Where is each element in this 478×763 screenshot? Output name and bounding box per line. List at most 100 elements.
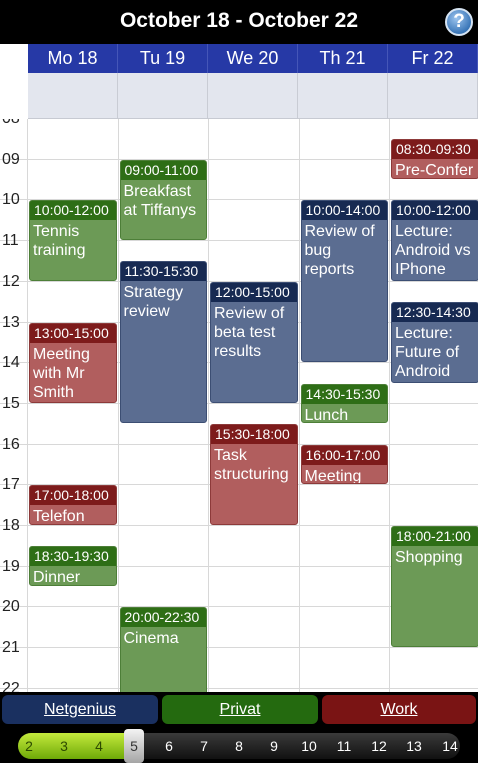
event-time: 15:30-18:00 <box>211 425 297 445</box>
hour-label: 09 <box>2 150 20 168</box>
hour-label: 10 <box>2 191 20 209</box>
event-time: 17:00-18:00 <box>30 486 116 506</box>
hour-label: 08 <box>2 119 20 128</box>
event-title: Cinema <box>123 630 179 648</box>
legend-work-button[interactable]: Work <box>322 695 476 724</box>
hour-line <box>0 647 478 649</box>
event-time: 09:00-11:00 <box>120 160 206 180</box>
calendar-event[interactable]: 12:30-14:30 Lecture: Future of Android <box>391 302 478 383</box>
slider-tick-label[interactable]: 2 <box>19 738 39 754</box>
calendar-event[interactable]: 10:00-12:00 Lecture: Android vs IPhone <box>391 200 478 281</box>
event-time: 10:00-14:00 <box>301 201 387 221</box>
calendar-event[interactable]: 11:30-15:30 Strategy review <box>119 261 207 424</box>
allday-cell[interactable] <box>388 73 478 118</box>
calendar-event[interactable]: 14:30-15:30 Lunch Pizze <box>300 383 388 424</box>
slider-tick-label[interactable]: 12 <box>369 738 389 754</box>
title-bar: October 18 - October 22 ? <box>0 0 478 44</box>
slider-tick-label[interactable]: 7 <box>194 738 214 754</box>
day-column-divider <box>117 119 119 692</box>
calendar-event[interactable]: 17:00-18:00 Telefon call <box>29 485 117 525</box>
event-title: Breakfast at Tiffanys <box>123 182 197 219</box>
hour-label: 12 <box>2 272 20 290</box>
legend-privat-button[interactable]: Privat <box>162 695 318 724</box>
days-slider[interactable]: 2 3 4 5 6 7 8 9 10 11 12 13 14 <box>0 728 478 763</box>
day-header-row: Mo 18 Tu 19 We 20 Th 21 Fr 22 <box>28 44 478 73</box>
event-title: Dinner <box>33 569 81 587</box>
hour-label: 19 <box>2 557 20 575</box>
event-title: Lunch Pizze <box>304 406 349 424</box>
event-title: Task structuring <box>214 447 289 484</box>
slider-tick-label[interactable]: 8 <box>229 738 249 754</box>
week-title: October 18 - October 22 <box>119 9 359 32</box>
calendar-event[interactable]: 09:00-11:00 Breakfast at Tiffanys <box>119 159 207 241</box>
day-header-mo[interactable]: Mo 18 <box>28 44 118 73</box>
day-header-tu[interactable]: Tu 19 <box>118 44 208 73</box>
hour-label: 11 <box>2 232 19 250</box>
legend-netgenius-button[interactable]: Netgenius <box>2 695 158 724</box>
event-title: Lecture: Future of Android <box>395 325 460 381</box>
slider-tick-label[interactable]: 9 <box>264 738 284 754</box>
event-time: 10:00-12:00 <box>30 201 116 221</box>
calendar-event[interactable]: 18:00-21:00 Shopping <box>391 526 478 648</box>
allday-gutter <box>0 73 28 119</box>
slider-tick-label[interactable]: 11 <box>334 738 354 754</box>
allday-cell[interactable] <box>298 73 388 118</box>
calendar-legend: Netgenius Privat Work <box>0 692 478 728</box>
week-grid[interactable]: 08 09 10 11 12 13 14 15 16 17 18 19 20 21 22 10:00-12:0… <box>0 119 478 692</box>
slider-tick-label[interactable]: 14 <box>440 738 460 754</box>
hour-line <box>0 402 478 404</box>
allday-cell[interactable] <box>118 73 208 118</box>
hour-label: 22 <box>2 679 20 692</box>
hour-label: 16 <box>2 435 20 453</box>
hour-label: 20 <box>2 598 20 616</box>
calendar-event[interactable]: 20:00-22:30 Cinema <box>119 607 207 692</box>
calendar-event[interactable]: 16:00-17:00 Meeting Mr <box>300 444 388 485</box>
hour-label: 15 <box>2 394 20 412</box>
event-time: 12:00-15:00 <box>211 282 297 302</box>
hour-label: 14 <box>2 354 20 372</box>
day-header-th[interactable]: Th 21 <box>298 44 388 73</box>
slider-tick-label[interactable]: 4 <box>89 738 109 754</box>
event-time: 10:00-12:00 <box>392 201 478 221</box>
hour-label: 17 <box>2 476 20 494</box>
event-title: Meeting with Mr Smith <box>33 345 90 401</box>
slider-tick-label[interactable]: 5 <box>124 738 144 754</box>
event-title: Strategy review <box>123 284 184 321</box>
event-title: Tennis training <box>33 223 86 260</box>
allday-cell[interactable] <box>208 73 298 118</box>
day-column-divider <box>208 119 209 692</box>
hour-label: 18 <box>2 517 20 534</box>
allday-row <box>28 73 478 119</box>
hour-label: 21 <box>2 639 20 657</box>
day-header-we[interactable]: We 20 <box>208 44 298 73</box>
calendar-event[interactable]: 08:30-09:30 Pre-Confer <box>391 139 478 180</box>
event-time: 11:30-15:30 <box>120 262 206 282</box>
slider-tick-label[interactable]: 3 <box>54 738 74 754</box>
calendar-event[interactable]: 10:00-14:00 Review of bug reports <box>300 200 388 363</box>
event-time: 13:00-15:00 <box>30 323 116 343</box>
calendar-event[interactable]: 15:30-18:00 Task structuring <box>210 424 298 525</box>
event-time: 14:30-15:30 <box>301 384 387 404</box>
day-column-divider <box>389 119 390 692</box>
allday-cell[interactable] <box>28 73 118 118</box>
event-title: Review of bug reports <box>304 223 375 279</box>
calendar-event[interactable]: 18:30-19:30 Dinner <box>29 546 117 587</box>
slider-tick-label[interactable]: 6 <box>159 738 179 754</box>
event-title: Review of beta test results <box>214 304 285 360</box>
slider-tick-label[interactable]: 13 <box>404 738 424 754</box>
calendar-event[interactable]: 13:00-15:00 Meeting with Mr Smith <box>29 322 117 403</box>
day-column-divider <box>298 119 300 692</box>
calendar-event[interactable]: 12:00-15:00 Review of beta test results <box>210 281 298 403</box>
event-title: Pre-Confer <box>395 162 474 180</box>
calendar-event[interactable]: 10:00-12:00 Tennis training <box>29 200 117 281</box>
event-title: Shopping <box>395 549 463 566</box>
header-corner <box>0 44 28 73</box>
event-title: Telefon call <box>33 508 85 525</box>
slider-tick-label[interactable]: 10 <box>299 738 319 754</box>
event-time: 12:30-14:30 <box>392 303 478 323</box>
event-title: Meeting Mr <box>304 467 362 485</box>
event-time: 08:30-09:30 <box>392 140 478 160</box>
day-header-fr[interactable]: Fr 22 <box>388 44 478 73</box>
help-icon[interactable]: ? <box>445 8 473 36</box>
event-time: 18:00-21:00 <box>392 527 478 546</box>
